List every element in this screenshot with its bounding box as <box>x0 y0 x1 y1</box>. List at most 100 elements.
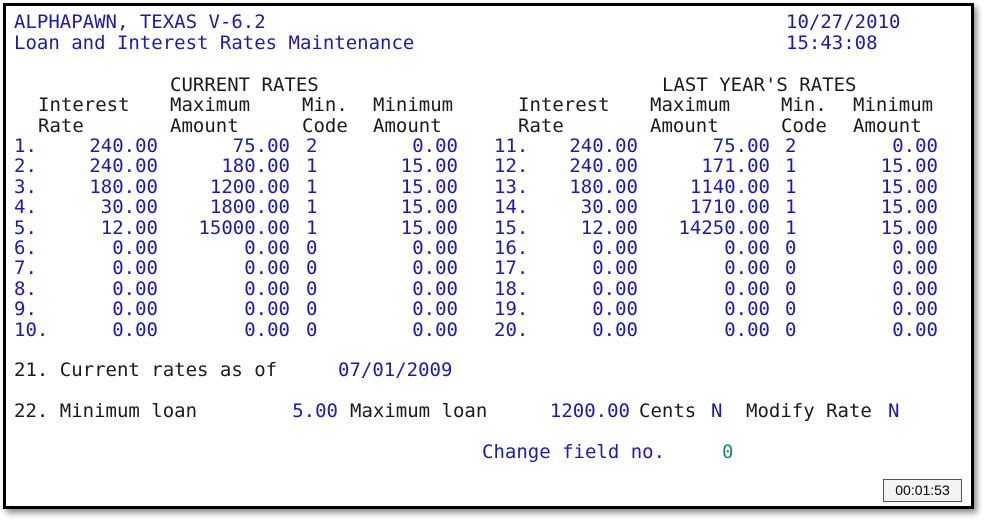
row-number: 3. <box>14 176 37 198</box>
min-code-field[interactable]: 0 <box>306 258 317 279</box>
minimum-loan-field[interactable]: 5.00 <box>266 401 338 422</box>
interest-rate-field[interactable]: 0.00 <box>538 258 638 279</box>
cents-field[interactable]: N <box>711 401 722 422</box>
min-code-field[interactable]: 0 <box>306 320 317 341</box>
minimum-amount-field[interactable]: 0.00 <box>853 136 938 157</box>
last-hdr-code: Code <box>781 115 827 137</box>
session-timer: 00:01:53 <box>883 479 962 502</box>
interest-rate-field[interactable]: 0.00 <box>58 299 158 320</box>
minimum-amount-field[interactable]: 0.00 <box>853 238 938 259</box>
maximum-amount-field[interactable]: 1200.00 <box>182 177 290 198</box>
maximum-amount-field[interactable]: 0.00 <box>182 279 290 300</box>
minimum-amount-field[interactable]: 0.00 <box>373 136 458 157</box>
interest-rate-field[interactable]: 0.00 <box>58 279 158 300</box>
min-code-field[interactable]: 2 <box>785 136 796 157</box>
min-code-field[interactable]: 0 <box>785 299 796 320</box>
minimum-amount-field[interactable]: 0.00 <box>373 299 458 320</box>
maximum-amount-field[interactable]: 171.00 <box>662 156 770 177</box>
min-code-field[interactable]: 1 <box>306 197 317 218</box>
minimum-amount-field[interactable]: 15.00 <box>853 218 938 239</box>
min-code-field[interactable]: 1 <box>785 156 796 177</box>
min-code-field[interactable]: 2 <box>306 136 317 157</box>
terminal-screen: ALPHAPAWN, TEXAS V-6.2 Loan and Interest… <box>3 3 974 509</box>
maximum-amount-field[interactable]: 0.00 <box>662 279 770 300</box>
min-code-field[interactable]: 0 <box>306 299 317 320</box>
app-title: ALPHAPAWN, TEXAS V-6.2 <box>14 11 266 33</box>
minimum-amount-field[interactable]: 0.00 <box>373 258 458 279</box>
maximum-amount-field[interactable]: 15000.00 <box>182 218 290 239</box>
maximum-amount-field[interactable]: 0.00 <box>182 320 290 341</box>
minimum-amount-field[interactable]: 0.00 <box>853 299 938 320</box>
interest-rate-field[interactable]: 240.00 <box>58 156 158 177</box>
interest-rate-field[interactable]: 180.00 <box>538 177 638 198</box>
interest-rate-field[interactable]: 0.00 <box>58 238 158 259</box>
screen-title: Loan and Interest Rates Maintenance <box>14 32 415 54</box>
min-code-field[interactable]: 0 <box>785 320 796 341</box>
minimum-amount-field[interactable]: 0.00 <box>853 279 938 300</box>
min-code-field[interactable]: 1 <box>785 177 796 198</box>
minimum-amount-field[interactable]: 15.00 <box>373 177 458 198</box>
interest-rate-field[interactable]: 0.00 <box>58 258 158 279</box>
row-number: 15. <box>494 217 529 239</box>
last-hdr-interest: Interest <box>518 94 610 116</box>
maximum-amount-field[interactable]: 75.00 <box>182 136 290 157</box>
min-code-field[interactable]: 0 <box>785 238 796 259</box>
interest-rate-field[interactable]: 240.00 <box>538 136 638 157</box>
row-number: 5. <box>14 217 37 239</box>
minimum-amount-field[interactable]: 15.00 <box>373 218 458 239</box>
min-code-field[interactable]: 0 <box>785 258 796 279</box>
minimum-amount-field[interactable]: 0.00 <box>853 320 938 341</box>
min-code-field[interactable]: 1 <box>306 218 317 239</box>
min-code-field[interactable]: 1 <box>785 197 796 218</box>
interest-rate-field[interactable]: 180.00 <box>58 177 158 198</box>
minimum-amount-field[interactable]: 0.00 <box>373 279 458 300</box>
interest-rate-field[interactable]: 0.00 <box>538 320 638 341</box>
interest-rate-field[interactable]: 30.00 <box>538 197 638 218</box>
maximum-amount-field[interactable]: 0.00 <box>182 238 290 259</box>
maximum-amount-field[interactable]: 1140.00 <box>662 177 770 198</box>
maximum-amount-field[interactable]: 0.00 <box>662 299 770 320</box>
minimum-amount-field[interactable]: 15.00 <box>853 156 938 177</box>
maximum-amount-field[interactable]: 0.00 <box>662 320 770 341</box>
interest-rate-field[interactable]: 12.00 <box>538 218 638 239</box>
minimum-amount-field[interactable]: 15.00 <box>373 197 458 218</box>
interest-rate-field[interactable]: 0.00 <box>538 299 638 320</box>
change-field-input[interactable]: 0 <box>722 442 733 463</box>
min-code-field[interactable]: 0 <box>785 279 796 300</box>
maximum-amount-field[interactable]: 0.00 <box>182 299 290 320</box>
minimum-amount-field[interactable]: 15.00 <box>853 177 938 198</box>
last-hdr-min: Min. <box>781 94 827 116</box>
minimum-amount-field[interactable]: 0.00 <box>853 258 938 279</box>
interest-rate-field[interactable]: 0.00 <box>538 279 638 300</box>
maximum-amount-field[interactable]: 75.00 <box>662 136 770 157</box>
interest-rate-field[interactable]: 240.00 <box>58 136 158 157</box>
modify-rate-field[interactable]: N <box>888 401 899 422</box>
minimum-amount-field[interactable]: 0.00 <box>373 320 458 341</box>
interest-rate-field[interactable]: 30.00 <box>58 197 158 218</box>
maximum-amount-field[interactable]: 14250.00 <box>662 218 770 239</box>
interest-rate-field[interactable]: 12.00 <box>58 218 158 239</box>
min-code-field[interactable]: 0 <box>306 238 317 259</box>
row-number: 4. <box>14 196 37 218</box>
minimum-amount-field[interactable]: 0.00 <box>373 238 458 259</box>
interest-rate-field[interactable]: 0.00 <box>58 320 158 341</box>
maximum-amount-field[interactable]: 0.00 <box>662 258 770 279</box>
maximum-amount-field[interactable]: 1800.00 <box>182 197 290 218</box>
maximum-amount-field[interactable]: 0.00 <box>662 238 770 259</box>
min-code-field[interactable]: 1 <box>306 156 317 177</box>
min-code-field[interactable]: 1 <box>306 177 317 198</box>
minimum-amount-field[interactable]: 15.00 <box>373 156 458 177</box>
current-rates-date-field[interactable]: 07/01/2009 <box>338 360 452 381</box>
row-number: 2. <box>14 155 37 177</box>
row-number: 11. <box>494 135 529 157</box>
interest-rate-field[interactable]: 0.00 <box>538 238 638 259</box>
row-number: 18. <box>494 278 529 300</box>
minimum-amount-field[interactable]: 15.00 <box>853 197 938 218</box>
maximum-amount-field[interactable]: 0.00 <box>182 258 290 279</box>
min-code-field[interactable]: 1 <box>785 218 796 239</box>
interest-rate-field[interactable]: 240.00 <box>538 156 638 177</box>
min-code-field[interactable]: 0 <box>306 279 317 300</box>
maximum-loan-field[interactable]: 1200.00 <box>524 401 630 422</box>
maximum-amount-field[interactable]: 180.00 <box>182 156 290 177</box>
maximum-amount-field[interactable]: 1710.00 <box>662 197 770 218</box>
